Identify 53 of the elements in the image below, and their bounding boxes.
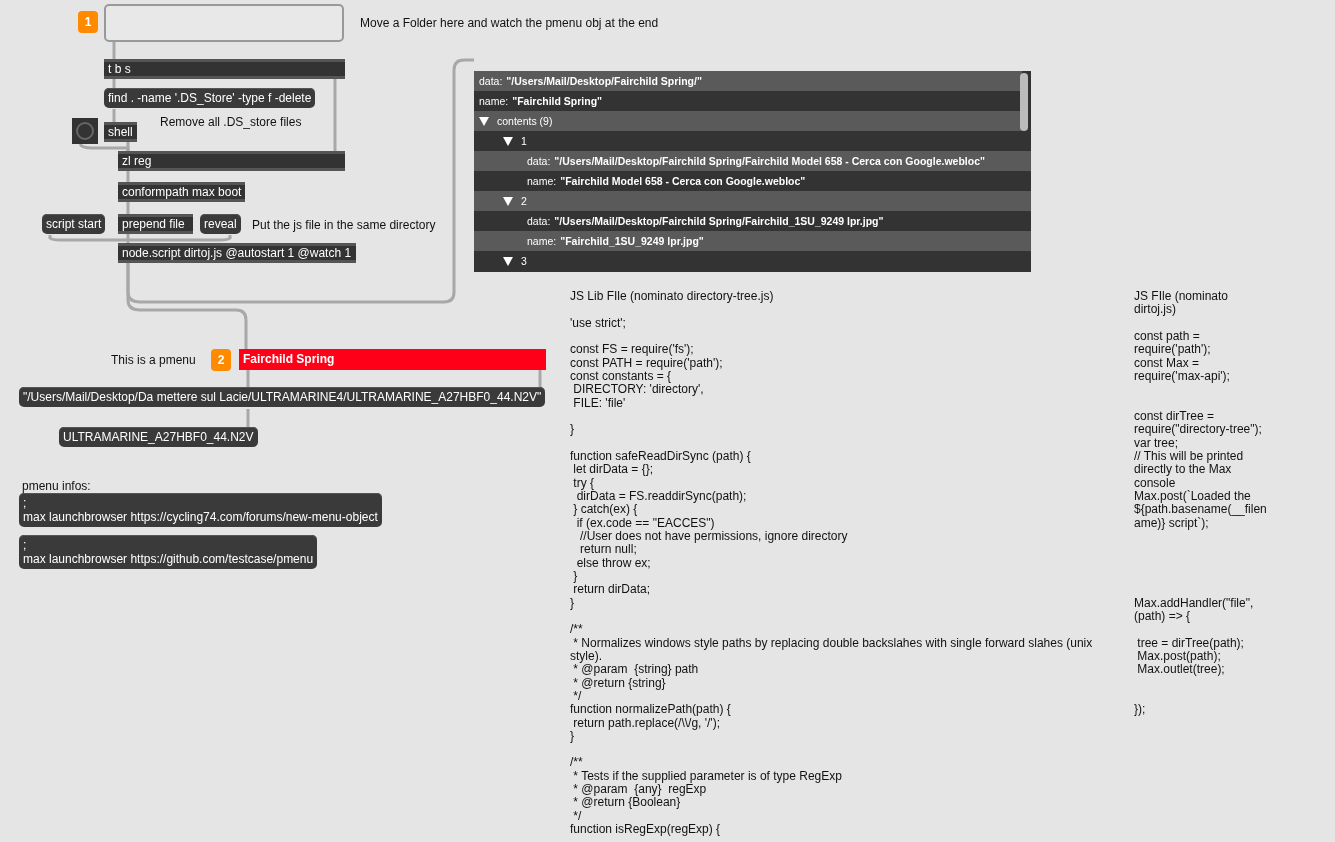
- patch-cord: [112, 42, 116, 59]
- code-comment: JS Lib FIle (nominato directory-tree.js) 'use strict'; const FS = require('fs'); const PATH = require('path'); const constants = { DIRECTORY: 'directory', FILE: 'file' } function safeReadDirSync (path) { let dirData = {}; try { dirData = FS.readdirSync(path); } catch(ex) { if (ex.code == "EACCES") //User does not have permissions, ignore directory return null; else throw ex; } return dirData; } /** * Normalizes windows style paths by replacing double backslahes with single forward slahes (unix style). * @param {string} path * @return {string} */ function normalizePath(path) { return path.replace(/\\/g, '/'); } /** * Tests if the supplied parameter is of type RegExp * @param {any} regExp * @return {Boolean} */ function isRegExp(regExp) {: [570, 290, 1094, 837]
- message-box[interactable]: ; max launchbrowser https://github.com/testcase/pmenu: [19, 535, 318, 569]
- comment-text: This is a pmenu: [111, 353, 196, 367]
- message-box[interactable]: ; max launchbrowser https://cycling74.com/forums/new-menu-object: [19, 493, 382, 527]
- collapse-triangle-icon[interactable]: [503, 256, 513, 266]
- pmenu-dropdown[interactable]: Fairchild Spring: [239, 349, 546, 370]
- dict-key: 2: [521, 195, 527, 207]
- patch-cord: [112, 109, 116, 122]
- comment-text: Remove all .DS_store files: [160, 115, 302, 129]
- dict-value: "Fairchild_1SU_9249 lpr.jpg": [560, 235, 704, 247]
- dict-key: name:: [527, 175, 557, 187]
- message-box[interactable]: "/Users/Mail/Desktop/Da mettere sul Lacie/ULTRAMARINE4/ULTRAMARINE_A27HBF0_44.N2V": [19, 387, 546, 407]
- dict-key: name:: [527, 235, 557, 247]
- message-box[interactable]: script start: [42, 214, 106, 234]
- object-box[interactable]: zl reg: [118, 151, 345, 171]
- object-box[interactable]: shell: [104, 122, 137, 142]
- comment-text: Put the js file in the same directory: [252, 218, 436, 232]
- collapse-triangle-icon[interactable]: [503, 136, 513, 146]
- dict-key: 1: [521, 135, 527, 147]
- patch-cord: [112, 79, 116, 88]
- step-badge: 1: [78, 11, 98, 33]
- dict-value: "Fairchild Spring": [512, 95, 603, 107]
- collapse-triangle-icon[interactable]: [479, 116, 489, 126]
- dict-row[interactable]: 2: [474, 191, 1031, 211]
- patch-cord: [246, 409, 250, 427]
- dict-value: "Fairchild Model 658 - Cerca con Google.webloc": [560, 175, 806, 187]
- dict-value: "/Users/Mail/Desktop/Fairchild Spring/": [506, 75, 702, 87]
- object-box[interactable]: node.script dirtoj.js @autostart 1 @watch 1: [118, 243, 356, 263]
- message-box[interactable]: reveal: [200, 214, 241, 234]
- code-comment: JS FIle (nominato dirtoj.js) const path = require('path'); const Max = require('max-api'); const dirTree = require("directory-tree"); var tree; // This will be printed directly to the Max console Max.post(`Loaded the ${path.basename(__filename)} script`); Max.addHandler("file", (path) => { tree = dirTree(path); Max.post(path); Max.outlet(tree); });: [1134, 290, 1268, 717]
- comment-text: pmenu infos:: [22, 479, 91, 493]
- collapse-triangle-icon[interactable]: [503, 196, 513, 206]
- dict-key: name:: [479, 95, 509, 107]
- object-box[interactable]: prepend file: [118, 214, 193, 234]
- bang-circle-icon: [75, 121, 95, 141]
- dict-row[interactable]: contents (9): [474, 111, 1022, 131]
- patch-cord: [246, 370, 250, 387]
- scrollbar-thumb[interactable]: [1020, 73, 1028, 131]
- step-badge: 2: [211, 349, 231, 371]
- dict-key: contents (9): [497, 115, 553, 127]
- dict-value: "/Users/Mail/Desktop/Fairchild Spring/Fairchild_1SU_9249 lpr.jpg": [554, 215, 884, 227]
- message-box[interactable]: ULTRAMARINE_A27HBF0_44.N2V: [59, 427, 258, 447]
- patch-cord: [538, 370, 542, 387]
- dict-key: data:: [479, 75, 503, 87]
- dict-key: 3: [521, 255, 527, 267]
- dict-key: data:: [527, 215, 551, 227]
- comment-text: Move a Folder here and watch the pmenu obj at the end: [360, 16, 659, 30]
- dict-key: data:: [527, 155, 551, 167]
- message-box[interactable]: find . -name '.DS_Store' -type f -delete: [104, 88, 316, 108]
- object-box[interactable]: t b s: [104, 59, 345, 79]
- object-box[interactable]: conformpath max boot: [118, 182, 245, 202]
- dict-value: "/Users/Mail/Desktop/Fairchild Spring/Fairchild Model 658 - Cerca con Google.webloc": [554, 155, 985, 167]
